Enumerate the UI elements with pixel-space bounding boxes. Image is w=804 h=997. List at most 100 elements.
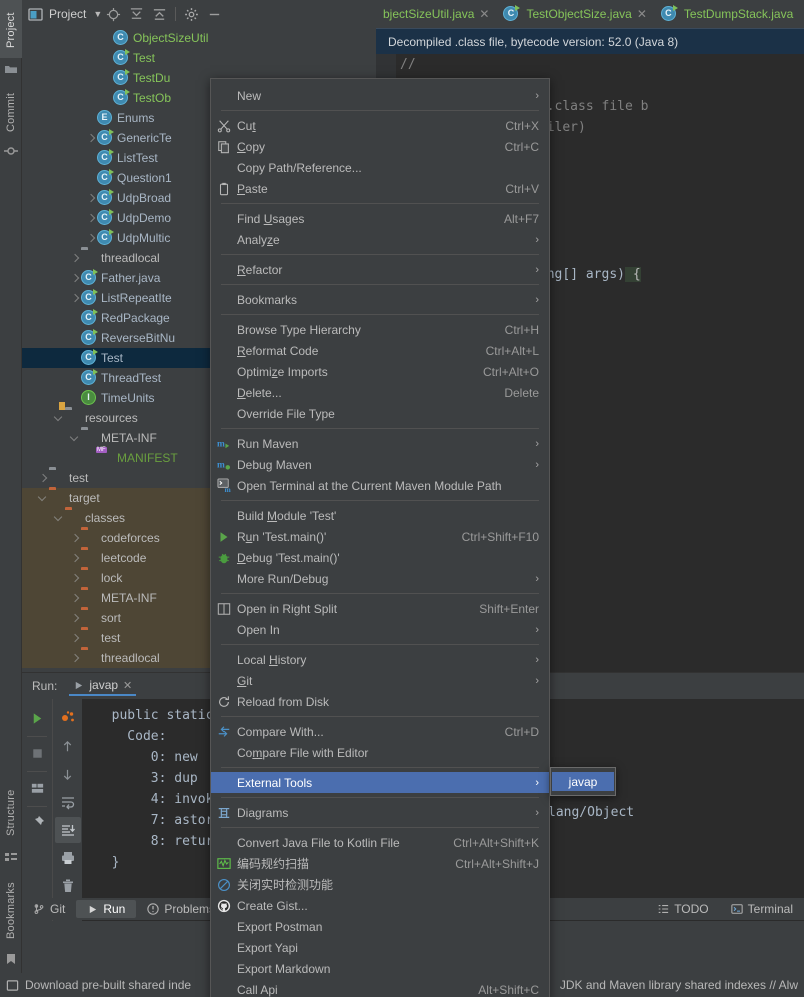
locate-icon[interactable] xyxy=(106,7,121,22)
menu-item-create-gist[interactable]: Create Gist... xyxy=(211,895,549,916)
tree-row[interactable]: target xyxy=(22,488,230,508)
menu-item-paste[interactable]: Paste Ctrl+V xyxy=(211,178,549,199)
bottom-tab-git[interactable]: Git xyxy=(22,900,76,918)
menu-item-compare-file-with-editor[interactable]: Compare File with Editor xyxy=(211,742,549,763)
menu-item-run-maven[interactable]: m Run Maven › xyxy=(211,433,549,454)
tree-row[interactable]: resources xyxy=(22,408,230,428)
menu-item-copy-path-reference[interactable]: Copy Path/Reference... xyxy=(211,157,549,178)
tree-row[interactable]: C Test xyxy=(22,48,230,68)
menu-item-debug-test-main[interactable]: Debug 'Test.main()' xyxy=(211,547,549,568)
submenu-item-javap[interactable]: javap xyxy=(552,772,614,791)
chevron-down-icon[interactable] xyxy=(38,493,49,504)
tree-row[interactable]: META-INF xyxy=(22,588,230,608)
project-context-menu[interactable]: New › Cut Ctrl+X Copy Ctrl+C Copy Path/Referen… xyxy=(210,78,550,997)
menu-item-open-terminal-at-the-current-maven-module-path[interactable]: m Open Terminal at the Current Maven Modu… xyxy=(211,475,549,496)
stop-icon[interactable] xyxy=(24,740,50,766)
tree-row[interactable]: C UdpBroad xyxy=(22,188,230,208)
tree-row[interactable]: C TestDu xyxy=(22,68,230,88)
tree-row[interactable]: codeforces xyxy=(22,528,230,548)
bottom-tab-run[interactable]: Run xyxy=(76,900,137,918)
menu-item-local-history[interactable]: Local History › xyxy=(211,649,549,670)
tree-row[interactable]: C UdpMultic xyxy=(22,228,230,248)
hide-panel-icon[interactable] xyxy=(207,7,222,22)
chevron-right-icon[interactable] xyxy=(86,193,97,204)
chevron-right-icon[interactable] xyxy=(70,633,81,644)
menu-item-find-usages[interactable]: Find Usages Alt+F7 xyxy=(211,208,549,229)
menu-item-[interactable]: 关闭实时检测功能 xyxy=(211,874,549,895)
tree-row[interactable]: C RedPackage xyxy=(22,308,230,328)
menu-item-git[interactable]: Git › xyxy=(211,670,549,691)
chevron-right-icon[interactable] xyxy=(70,613,81,624)
menu-item-cut[interactable]: Cut Ctrl+X xyxy=(211,115,549,136)
chevron-right-icon[interactable] xyxy=(70,293,81,304)
editor-tab-bar[interactable]: bjectSizeUtil.java ✕ C TestObjectSize.java ✕… xyxy=(376,0,804,28)
tree-row[interactable]: C TestOb xyxy=(22,88,230,108)
menu-item-new[interactable]: New › xyxy=(211,85,549,106)
sidebar-item-bookmarks[interactable]: Bookmarks xyxy=(0,872,22,950)
status-left[interactable]: Download pre-built shared inde xyxy=(0,978,191,992)
chevron-right-icon[interactable] xyxy=(70,593,81,604)
tree-row[interactable]: C Question1 xyxy=(22,168,230,188)
menu-item-export-postman[interactable]: Export Postman xyxy=(211,916,549,937)
menu-item-debug-maven[interactable]: m Debug Maven › xyxy=(211,454,549,475)
menu-item-compare-with[interactable]: Compare With... Ctrl+D xyxy=(211,721,549,742)
chevron-right-icon[interactable] xyxy=(86,233,97,244)
sidebar-item-commit[interactable]: Commit xyxy=(0,82,22,142)
run-tab-javap[interactable]: javap ✕ xyxy=(69,676,137,696)
bottom-tab-terminal[interactable]: Terminal xyxy=(720,900,804,918)
tree-row[interactable]: C Father.java xyxy=(22,268,230,288)
editor-tab[interactable]: C TestDumpStack.java xyxy=(654,0,800,28)
scroll-to-end-icon[interactable] xyxy=(54,817,81,843)
project-tree[interactable]: C ObjectSizeUtil C Test C TestDu C TestOb E Enums… xyxy=(22,28,230,672)
tree-row[interactable]: C ThreadTest xyxy=(22,368,230,388)
tree-row[interactable]: MANIFEST xyxy=(22,448,230,468)
print-icon[interactable] xyxy=(55,845,81,871)
menu-item-[interactable]: 编码规约扫描 Ctrl+Alt+Shift+J xyxy=(211,853,549,874)
tree-row[interactable]: META-INF xyxy=(22,428,230,448)
menu-item-more-run-debug[interactable]: More Run/Debug › xyxy=(211,568,549,589)
external-tools-submenu[interactable]: javap xyxy=(550,767,616,796)
close-icon[interactable]: ✕ xyxy=(479,7,489,21)
menu-item-refactor[interactable]: Refactor › xyxy=(211,259,549,280)
chevron-down-icon[interactable] xyxy=(54,413,65,424)
menu-item-copy[interactable]: Copy Ctrl+C xyxy=(211,136,549,157)
menu-item-override-file-type[interactable]: Override File Type xyxy=(211,403,549,424)
chevron-right-icon[interactable] xyxy=(86,213,97,224)
tree-row[interactable]: C ObjectSizeUtil xyxy=(22,28,230,48)
soft-wrap-icon[interactable] xyxy=(55,789,81,815)
up-icon[interactable] xyxy=(55,733,81,759)
menu-item-reformat-code[interactable]: Reformat Code Ctrl+Alt+L xyxy=(211,340,549,361)
chevron-down-icon[interactable] xyxy=(54,513,65,524)
menu-item-reload-from-disk[interactable]: Reload from Disk xyxy=(211,691,549,712)
menu-item-optimize-imports[interactable]: Optimize Imports Ctrl+Alt+O xyxy=(211,361,549,382)
menu-item-build-module-test[interactable]: Build Module 'Test' xyxy=(211,505,549,526)
tree-row[interactable]: lock xyxy=(22,568,230,588)
tree-row[interactable]: C ListRepeatIte xyxy=(22,288,230,308)
tree-row[interactable]: test xyxy=(22,628,230,648)
menu-item-browse-type-hierarchy[interactable]: Browse Type Hierarchy Ctrl+H xyxy=(211,319,549,340)
tree-row[interactable]: classes xyxy=(22,508,230,528)
tree-row[interactable]: sort xyxy=(22,608,230,628)
sidebar-item-structure[interactable]: Structure xyxy=(0,780,22,846)
tree-row[interactable]: I TimeUnits xyxy=(22,388,230,408)
filter-icon[interactable] xyxy=(55,705,81,731)
chevron-right-icon[interactable] xyxy=(70,253,81,264)
menu-item-open-in[interactable]: Open In › xyxy=(211,619,549,640)
layout-icon[interactable] xyxy=(24,775,50,801)
tree-row[interactable]: C UdpDemo xyxy=(22,208,230,228)
expand-all-icon[interactable] xyxy=(129,7,144,22)
chevron-right-icon[interactable] xyxy=(70,553,81,564)
sidebar-item-project[interactable]: Project xyxy=(0,4,22,56)
menu-item-bookmarks[interactable]: Bookmarks › xyxy=(211,289,549,310)
rerun-icon[interactable] xyxy=(24,705,50,731)
tree-row[interactable]: C GenericTe xyxy=(22,128,230,148)
menu-item-run-test-main[interactable]: Run 'Test.main()' Ctrl+Shift+F10 xyxy=(211,526,549,547)
pin-icon[interactable] xyxy=(24,810,50,836)
menu-item-export-yapi[interactable]: Export Yapi xyxy=(211,937,549,958)
chevron-right-icon[interactable] xyxy=(70,573,81,584)
chevron-right-icon[interactable] xyxy=(86,133,97,144)
tree-row[interactable]: leetcode xyxy=(22,548,230,568)
menu-item-analyze[interactable]: Analyze › xyxy=(211,229,549,250)
tree-row[interactable]: C ReverseBitNu xyxy=(22,328,230,348)
bottom-tab-todo[interactable]: TODO xyxy=(646,900,719,918)
